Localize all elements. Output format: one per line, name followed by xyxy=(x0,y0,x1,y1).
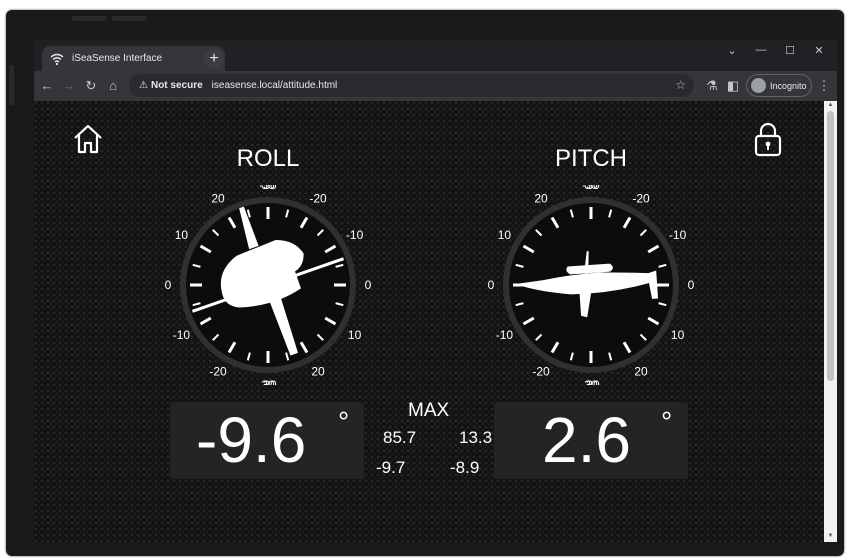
pitch-tick-label: 10 xyxy=(671,328,685,342)
tab-title: iSeaSense Interface xyxy=(72,53,163,64)
menu-kebab-icon[interactable]: ⋮ xyxy=(816,78,832,94)
page-viewport: ROLL PITCH -30 -20 -10 0 10 20 30 30 20 10 0 -10 -20… xyxy=(34,101,837,542)
pitch-degree-symbol: ° xyxy=(661,406,673,437)
side-panel-icon[interactable]: ◧ xyxy=(725,78,741,94)
scroll-down-arrow-icon[interactable]: ▼ xyxy=(826,533,835,541)
roll-value: -9.6 xyxy=(196,404,307,476)
labs-flask-icon[interactable]: ⚗ xyxy=(704,78,720,94)
pitch-tick-label: -20 xyxy=(632,191,650,205)
browser-tab[interactable]: iSeaSense Interface ✕ xyxy=(42,46,225,71)
new-tab-button[interactable]: + xyxy=(204,49,224,69)
profile-label: Incognito xyxy=(770,80,807,91)
scrollbar-thumb[interactable] xyxy=(827,111,834,381)
bookmark-star-icon[interactable]: ☆ xyxy=(675,78,686,92)
pitch-readout-panel: 2.6 ° xyxy=(494,402,688,479)
roll-tick-label: 0 xyxy=(165,278,172,292)
pitch-gauge: -30-20-1001020303020100-10-20-30 xyxy=(488,185,695,385)
incognito-profile-button[interactable]: Incognito xyxy=(746,74,812,97)
pitch-tick-label: 0 xyxy=(688,278,695,292)
home-nav-icon[interactable]: ⌂ xyxy=(105,78,121,94)
address-bar[interactable]: ⚠ Not secure iseasense.local/attitude.ht… xyxy=(129,74,694,97)
pitch-tick-label: 0 xyxy=(488,278,495,292)
wifi-icon xyxy=(50,53,64,65)
home-icon[interactable] xyxy=(72,123,104,155)
roll-tick-label: 30 xyxy=(261,185,275,192)
roll-tick-label: -20 xyxy=(209,365,227,379)
roll-tick-label: -30 xyxy=(259,378,277,385)
scroll-up-arrow-icon[interactable]: ▲ xyxy=(826,102,835,110)
device-side-button xyxy=(9,65,14,105)
pitch-tick-label: 20 xyxy=(634,365,648,379)
roll-tick-label: -10 xyxy=(346,228,364,242)
max-label: MAX xyxy=(408,400,450,421)
url-text[interactable]: iseasense.local/attitude.html xyxy=(212,80,338,91)
tab-search-icon[interactable]: ⌄ xyxy=(718,44,746,57)
pitch-value: 2.6 xyxy=(542,404,631,476)
close-window-icon[interactable]: ✕ xyxy=(805,44,833,57)
max-roll-positive: 85.7 xyxy=(383,428,417,447)
roll-tick-label: 20 xyxy=(211,191,225,205)
browser-toolbar: ← → ↻ ⌂ ⚠ Not secure iseasense.local/att… xyxy=(34,71,837,101)
roll-tick-label: -10 xyxy=(173,328,191,342)
pitch-tick-label: -30 xyxy=(582,378,600,385)
device-button xyxy=(72,16,106,21)
warning-icon[interactable]: ⚠ xyxy=(139,80,148,91)
roll-tick-label: -20 xyxy=(309,191,327,205)
pitch-tick-label: -10 xyxy=(669,228,687,242)
roll-readout-panel: -9.6 ° xyxy=(170,402,364,479)
roll-tick-label: 10 xyxy=(348,328,362,342)
max-pitch-negative: -8.9 xyxy=(450,458,480,477)
reload-icon[interactable]: ↻ xyxy=(83,78,99,94)
roll-tick-label: 10 xyxy=(175,228,189,242)
pitch-tick-label: 20 xyxy=(534,191,548,205)
max-roll-negative: -9.7 xyxy=(376,458,406,477)
roll-gauge: -30-20-1001020303020100-10-20-30 xyxy=(165,185,372,385)
security-label[interactable]: Not secure xyxy=(151,80,203,91)
browser-window: iSeaSense Interface ✕ + ⌄ — ☐ ✕ ← → ↻ ⌂ … xyxy=(34,40,837,542)
lock-icon[interactable] xyxy=(754,121,782,157)
tab-strip: iSeaSense Interface ✕ + ⌄ — ☐ ✕ xyxy=(34,40,837,71)
tablet-frame: iSeaSense Interface ✕ + ⌄ — ☐ ✕ ← → ↻ ⌂ … xyxy=(6,10,844,556)
pitch-tick-label: 10 xyxy=(498,228,512,242)
roll-title: ROLL xyxy=(236,145,300,172)
roll-tick-label: 20 xyxy=(311,365,325,379)
incognito-icon xyxy=(751,78,766,93)
roll-degree-symbol: ° xyxy=(338,406,350,437)
roll-tick-label: 0 xyxy=(365,278,372,292)
pitch-tick-label: -20 xyxy=(532,365,550,379)
pitch-title: PITCH xyxy=(555,145,627,172)
pitch-tick-label: 30 xyxy=(584,185,598,192)
maximize-icon[interactable]: ☐ xyxy=(776,44,804,57)
forward-icon[interactable]: → xyxy=(61,78,77,94)
minimize-icon[interactable]: — xyxy=(747,44,775,56)
pitch-tick-label: -10 xyxy=(496,328,514,342)
page-scrollbar[interactable]: ▲ ▼ xyxy=(824,101,837,542)
max-pitch-positive: 13.3 xyxy=(459,428,493,447)
back-icon[interactable]: ← xyxy=(39,78,55,94)
device-button xyxy=(112,16,146,21)
